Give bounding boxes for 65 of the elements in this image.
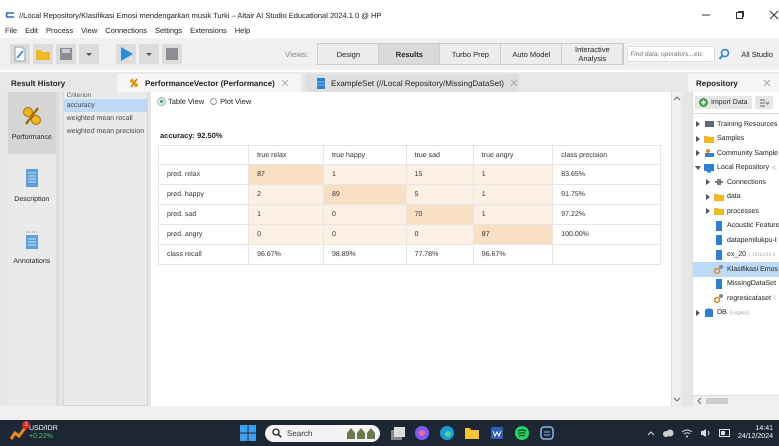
plug-icon	[714, 177, 724, 188]
speaker-icon[interactable]	[700, 428, 712, 438]
battery-icon[interactable]	[718, 429, 731, 437]
up-icon[interactable]	[672, 95, 680, 101]
folder-icon[interactable]	[464, 425, 480, 441]
chart-icon	[10, 426, 26, 440]
database-icon	[704, 308, 714, 318]
stop-button[interactable]	[162, 44, 182, 64]
collapsed-icon[interactable]	[695, 121, 701, 128]
percent-icon	[22, 106, 42, 126]
percent-icon	[129, 78, 139, 88]
collapsed-icon[interactable]	[695, 150, 701, 156]
table-icon	[714, 278, 724, 289]
monitor-icon	[704, 119, 714, 130]
search-icon	[718, 48, 730, 60]
table-icon	[714, 250, 724, 260]
tab[interactable]: ExampleSet (//Local Repository/MissingDataSet)	[305, 74, 519, 92]
down-icon[interactable]	[672, 397, 680, 403]
gear-icon	[714, 264, 724, 274]
houses-icon	[346, 427, 376, 439]
tab[interactable]: PerformanceVector (Performance)	[117, 74, 301, 92]
dropdown-icon	[86, 52, 92, 56]
save-icon	[58, 46, 74, 62]
people-icon	[704, 148, 714, 158]
dropdown-icon	[146, 52, 152, 56]
plus-icon	[699, 98, 708, 107]
table-icon	[714, 220, 724, 231]
new-icon	[12, 46, 28, 62]
wifi-icon[interactable]	[680, 428, 693, 438]
chevron-icon[interactable]	[646, 430, 655, 436]
music-icon[interactable]	[514, 425, 530, 441]
table-icon	[714, 235, 724, 246]
folder-icon	[704, 134, 714, 144]
collapsed-icon[interactable]	[705, 179, 711, 186]
search-field[interactable]: Search	[265, 424, 380, 442]
table-icon	[317, 78, 325, 88]
document-icon[interactable]	[489, 425, 505, 441]
expanded-icon[interactable]	[695, 164, 701, 171]
folder-icon	[714, 206, 724, 216]
monitor-icon	[704, 162, 714, 173]
run-button[interactable]	[116, 44, 136, 64]
cloud-icon[interactable]	[662, 428, 674, 438]
collapsed-icon[interactable]	[695, 310, 701, 316]
window-icon[interactable]	[389, 425, 405, 441]
menu-icon	[758, 98, 769, 106]
close-icon[interactable]	[769, 10, 779, 20]
collapsed-icon[interactable]	[695, 136, 701, 142]
new-button[interactable]	[10, 44, 30, 64]
gear-icon	[714, 293, 724, 304]
windows-icon[interactable]	[240, 425, 256, 441]
collapsed-icon[interactable]	[705, 208, 711, 214]
panel-title: Repository	[696, 78, 738, 88]
menu-button[interactable]	[754, 96, 773, 109]
collapsed-icon[interactable]	[705, 194, 711, 200]
app-icon[interactable]	[539, 425, 555, 441]
stop-icon	[164, 46, 180, 62]
scroll-thumb[interactable]	[706, 398, 728, 404]
views-label: Views:	[284, 50, 308, 58]
search-icon	[272, 428, 282, 438]
restore-icon[interactable]	[735, 10, 745, 20]
left-icon[interactable]	[696, 397, 702, 405]
folder-icon	[714, 192, 724, 202]
scrollbar[interactable]	[671, 92, 681, 406]
app-icon	[5, 10, 15, 20]
scrollbar[interactable]	[693, 395, 779, 406]
